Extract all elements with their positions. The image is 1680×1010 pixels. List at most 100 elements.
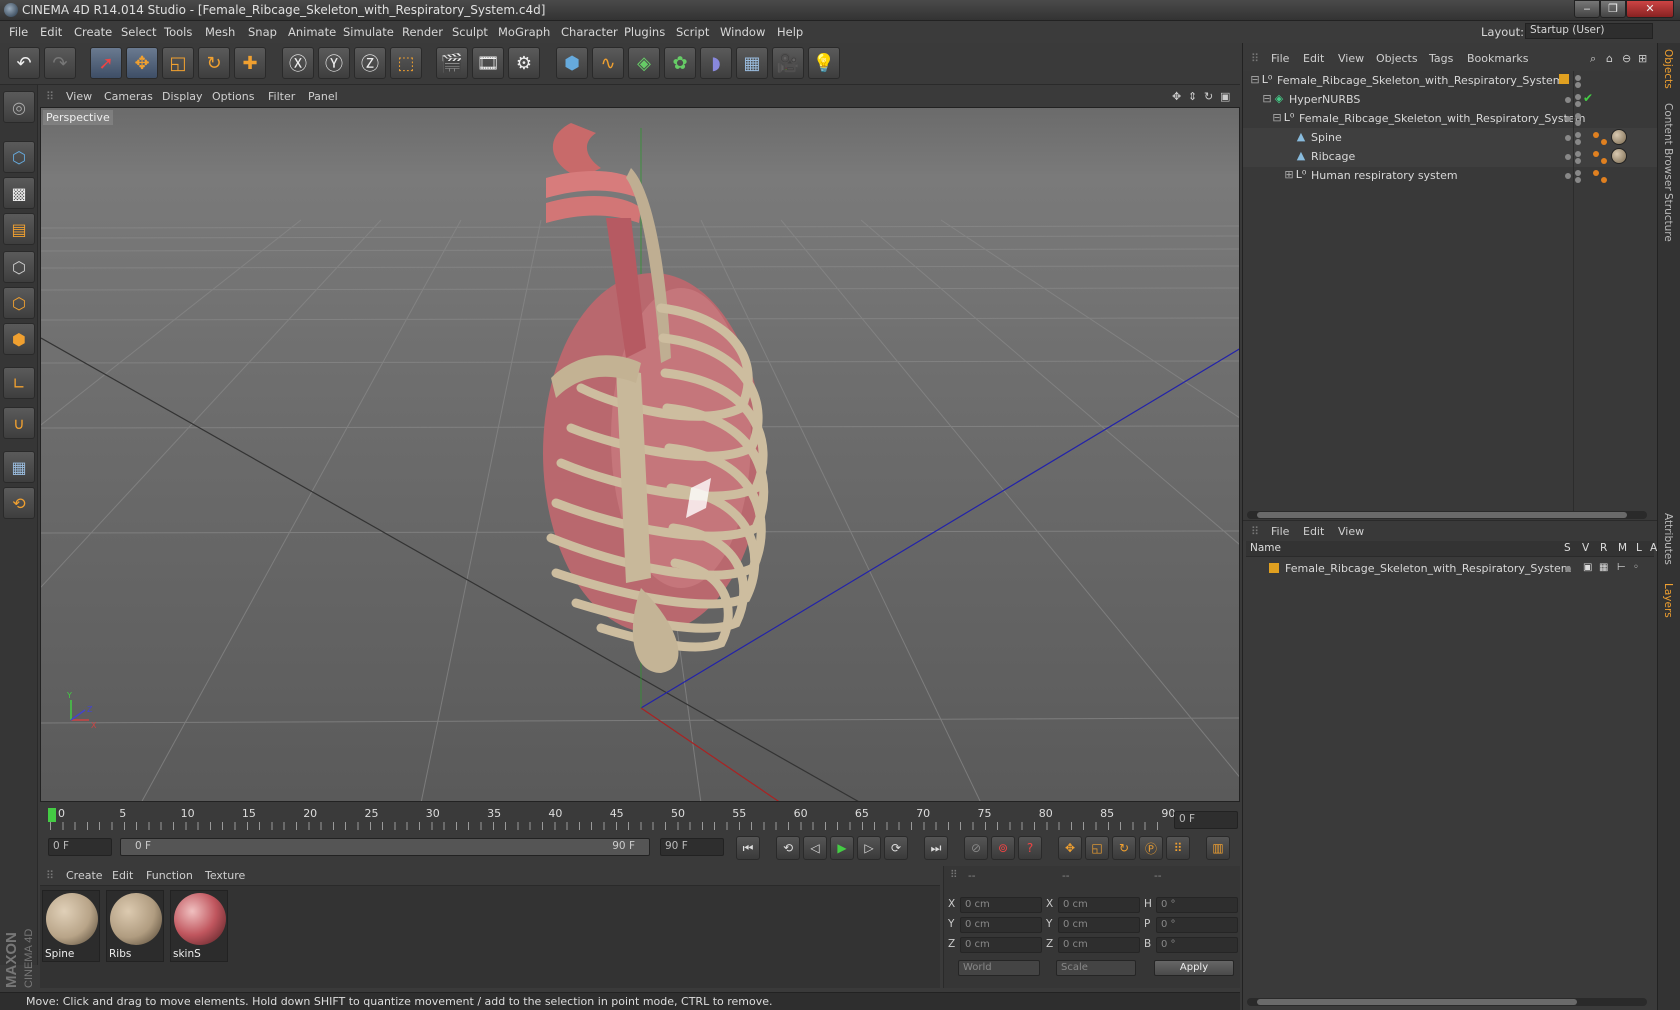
polygons-mode-icon[interactable]: ⬢ (3, 323, 35, 355)
tab-objects[interactable]: Objects (1662, 49, 1674, 89)
make-editable-icon[interactable]: ◎ (3, 91, 35, 123)
menu-render[interactable]: Render (402, 25, 443, 39)
navigate-icon[interactable]: ⊖ (1622, 52, 1631, 65)
minimize-button[interactable]: ‒ (1574, 0, 1600, 18)
y-axis-lock-icon[interactable]: Ⓨ (318, 47, 350, 79)
tab-content-browser[interactable]: Content Browser (1662, 103, 1674, 191)
render-view-icon[interactable]: 🎬 (436, 47, 468, 79)
menu-sculpt[interactable]: Sculpt (452, 25, 488, 39)
redo-icon[interactable]: ↷ (44, 47, 76, 79)
array-icon[interactable]: ✿ (664, 47, 696, 79)
key-parameter-icon[interactable]: Ⓟ (1139, 836, 1163, 860)
size-z-field[interactable]: 0 cm (1058, 937, 1140, 953)
material-menu-create[interactable]: Create (66, 869, 103, 882)
objects-menu-view[interactable]: View (1338, 52, 1364, 65)
tree-item[interactable]: ▲ Ribcage (1243, 147, 1657, 167)
previous-frame-icon[interactable]: ◁ (803, 836, 827, 860)
floor-icon[interactable]: ▦ (736, 47, 768, 79)
x-axis-lock-icon[interactable]: Ⓧ (282, 47, 314, 79)
perspective-viewport[interactable]: Y Z X Perspective (40, 107, 1240, 802)
start-frame-field[interactable]: 0 F (48, 838, 112, 856)
key-position-icon[interactable]: ✥ (1058, 836, 1082, 860)
material-menu-texture[interactable]: Texture (205, 869, 245, 882)
menu-mograph[interactable]: MoGraph (498, 25, 550, 39)
cube-primitive-icon[interactable]: ⬢ (556, 47, 588, 79)
menu-select[interactable]: Select (121, 25, 156, 39)
scale-tool-icon[interactable]: ◱ (162, 47, 194, 79)
viewport-menu-display[interactable]: Display (162, 90, 203, 103)
viewport-menu-filter[interactable]: Filter (268, 90, 295, 103)
viewport-rotate-icon[interactable]: ↻ (1204, 90, 1213, 103)
key-scale-icon[interactable]: ◱ (1085, 836, 1109, 860)
menu-plugins[interactable]: Plugins (624, 25, 665, 39)
layout-dropdown[interactable]: Startup (User) (1525, 23, 1653, 39)
viewport-menu-view[interactable]: View (66, 90, 92, 103)
next-key-icon[interactable]: ⟳ (884, 836, 908, 860)
timeline-window-icon[interactable]: ▥ (1206, 836, 1230, 860)
position-y-field[interactable]: 0 cm (960, 917, 1042, 933)
end-frame-field[interactable]: 90 F (660, 838, 724, 856)
objects-horizontal-scrollbar[interactable] (1247, 511, 1647, 519)
workplane-mode-icon[interactable]: ▤ (3, 213, 35, 245)
menu-window[interactable]: Window (720, 25, 765, 39)
render-picture-viewer-icon[interactable]: 🎞 (472, 47, 504, 79)
viewport-maximize-icon[interactable]: ▣ (1220, 90, 1230, 103)
autokey-icon[interactable]: ⊚ (991, 836, 1015, 860)
axis-mode-icon[interactable]: ∟ (3, 367, 35, 399)
camera-icon[interactable]: 🎥 (772, 47, 804, 79)
go-to-end-icon[interactable]: ⏭ (924, 836, 948, 860)
current-frame-field[interactable]: 0 F (1174, 811, 1238, 829)
menu-character[interactable]: Character (561, 25, 618, 39)
z-axis-lock-icon[interactable]: Ⓩ (354, 47, 386, 79)
deformer-icon[interactable]: ◗ (700, 47, 732, 79)
tab-structure[interactable]: Structure (1662, 193, 1674, 242)
enabled-check-icon[interactable]: ✔ (1583, 91, 1593, 105)
layers-horizontal-scrollbar[interactable] (1247, 998, 1647, 1006)
menu-tools[interactable]: Tools (164, 25, 192, 39)
objects-menu-objects[interactable]: Objects (1376, 52, 1418, 65)
coordinate-system-icon[interactable]: ⬚ (390, 47, 422, 79)
material-ribs[interactable]: Ribs (106, 890, 164, 962)
material-menu-edit[interactable]: Edit (112, 869, 133, 882)
menu-help[interactable]: Help (777, 25, 803, 39)
tree-item[interactable]: ⊞ L⁰ Human respiratory system (1243, 166, 1657, 186)
model-mode-icon[interactable]: ⬡ (3, 141, 35, 173)
menu-simulate[interactable]: Simulate (343, 25, 394, 39)
tree-item[interactable]: ⊟ L⁰ Female_Ribcage_Skeleton_with_Respir… (1243, 109, 1657, 129)
viewport-move-icon[interactable]: ✥ (1172, 90, 1181, 103)
viewport-menu-cameras[interactable]: Cameras (104, 90, 153, 103)
edges-mode-icon[interactable]: ⬡ (3, 287, 35, 319)
search-icon[interactable]: ⌕ (1590, 52, 1596, 66)
position-z-field[interactable]: 0 cm (960, 937, 1042, 953)
tab-attributes[interactable]: Attributes (1662, 513, 1674, 565)
layers-menu-edit[interactable]: Edit (1303, 525, 1324, 538)
timeline-ruler[interactable]: 0 5 10 15 20 25 30 35 40 45 50 55 60 65 70 75 80 85 90 0 F (40, 805, 1240, 835)
material-tag-icon[interactable] (1611, 129, 1627, 145)
undo-icon[interactable]: ↶ (8, 47, 40, 79)
play-icon[interactable]: ▶ (830, 836, 854, 860)
objects-menu-tags[interactable]: Tags (1429, 52, 1453, 65)
layers-menu-view[interactable]: View (1338, 525, 1364, 538)
ribcage-respiratory-model[interactable] (543, 123, 769, 673)
menu-mesh[interactable]: Mesh (205, 25, 235, 39)
points-mode-icon[interactable]: ⬡ (3, 251, 35, 283)
rotation-h-field[interactable]: 0 ° (1156, 897, 1238, 913)
menu-file[interactable]: File (9, 25, 28, 39)
nurbs-icon[interactable]: ◈ (628, 47, 660, 79)
menu-edit[interactable]: Edit (40, 25, 62, 39)
go-to-start-icon[interactable]: ⏮ (736, 836, 760, 860)
new-view-icon[interactable]: ⊞ (1638, 52, 1647, 65)
size-y-field[interactable]: 0 cm (1058, 917, 1140, 933)
keyframe-selection-icon[interactable]: ? (1018, 836, 1042, 860)
menu-script[interactable]: Script (676, 25, 709, 39)
live-selection-icon[interactable]: ➚ (90, 47, 122, 79)
layer-lock-icon[interactable]: ◦ (1633, 562, 1639, 573)
layer-row[interactable]: Female_Ribcage_Skeleton_with_Respiratory… (1243, 559, 1657, 579)
menu-create[interactable]: Create (74, 25, 112, 39)
rotate-tool-icon[interactable]: ↻ (198, 47, 230, 79)
viewport-zoom-icon[interactable]: ⇕ (1188, 90, 1197, 103)
close-button[interactable]: ✕ (1626, 0, 1674, 18)
spline-pen-icon[interactable]: ∿ (592, 47, 624, 79)
transform-mode-dropdown[interactable]: Scale (1056, 960, 1136, 976)
tree-item[interactable]: ▲ Spine (1243, 128, 1657, 148)
